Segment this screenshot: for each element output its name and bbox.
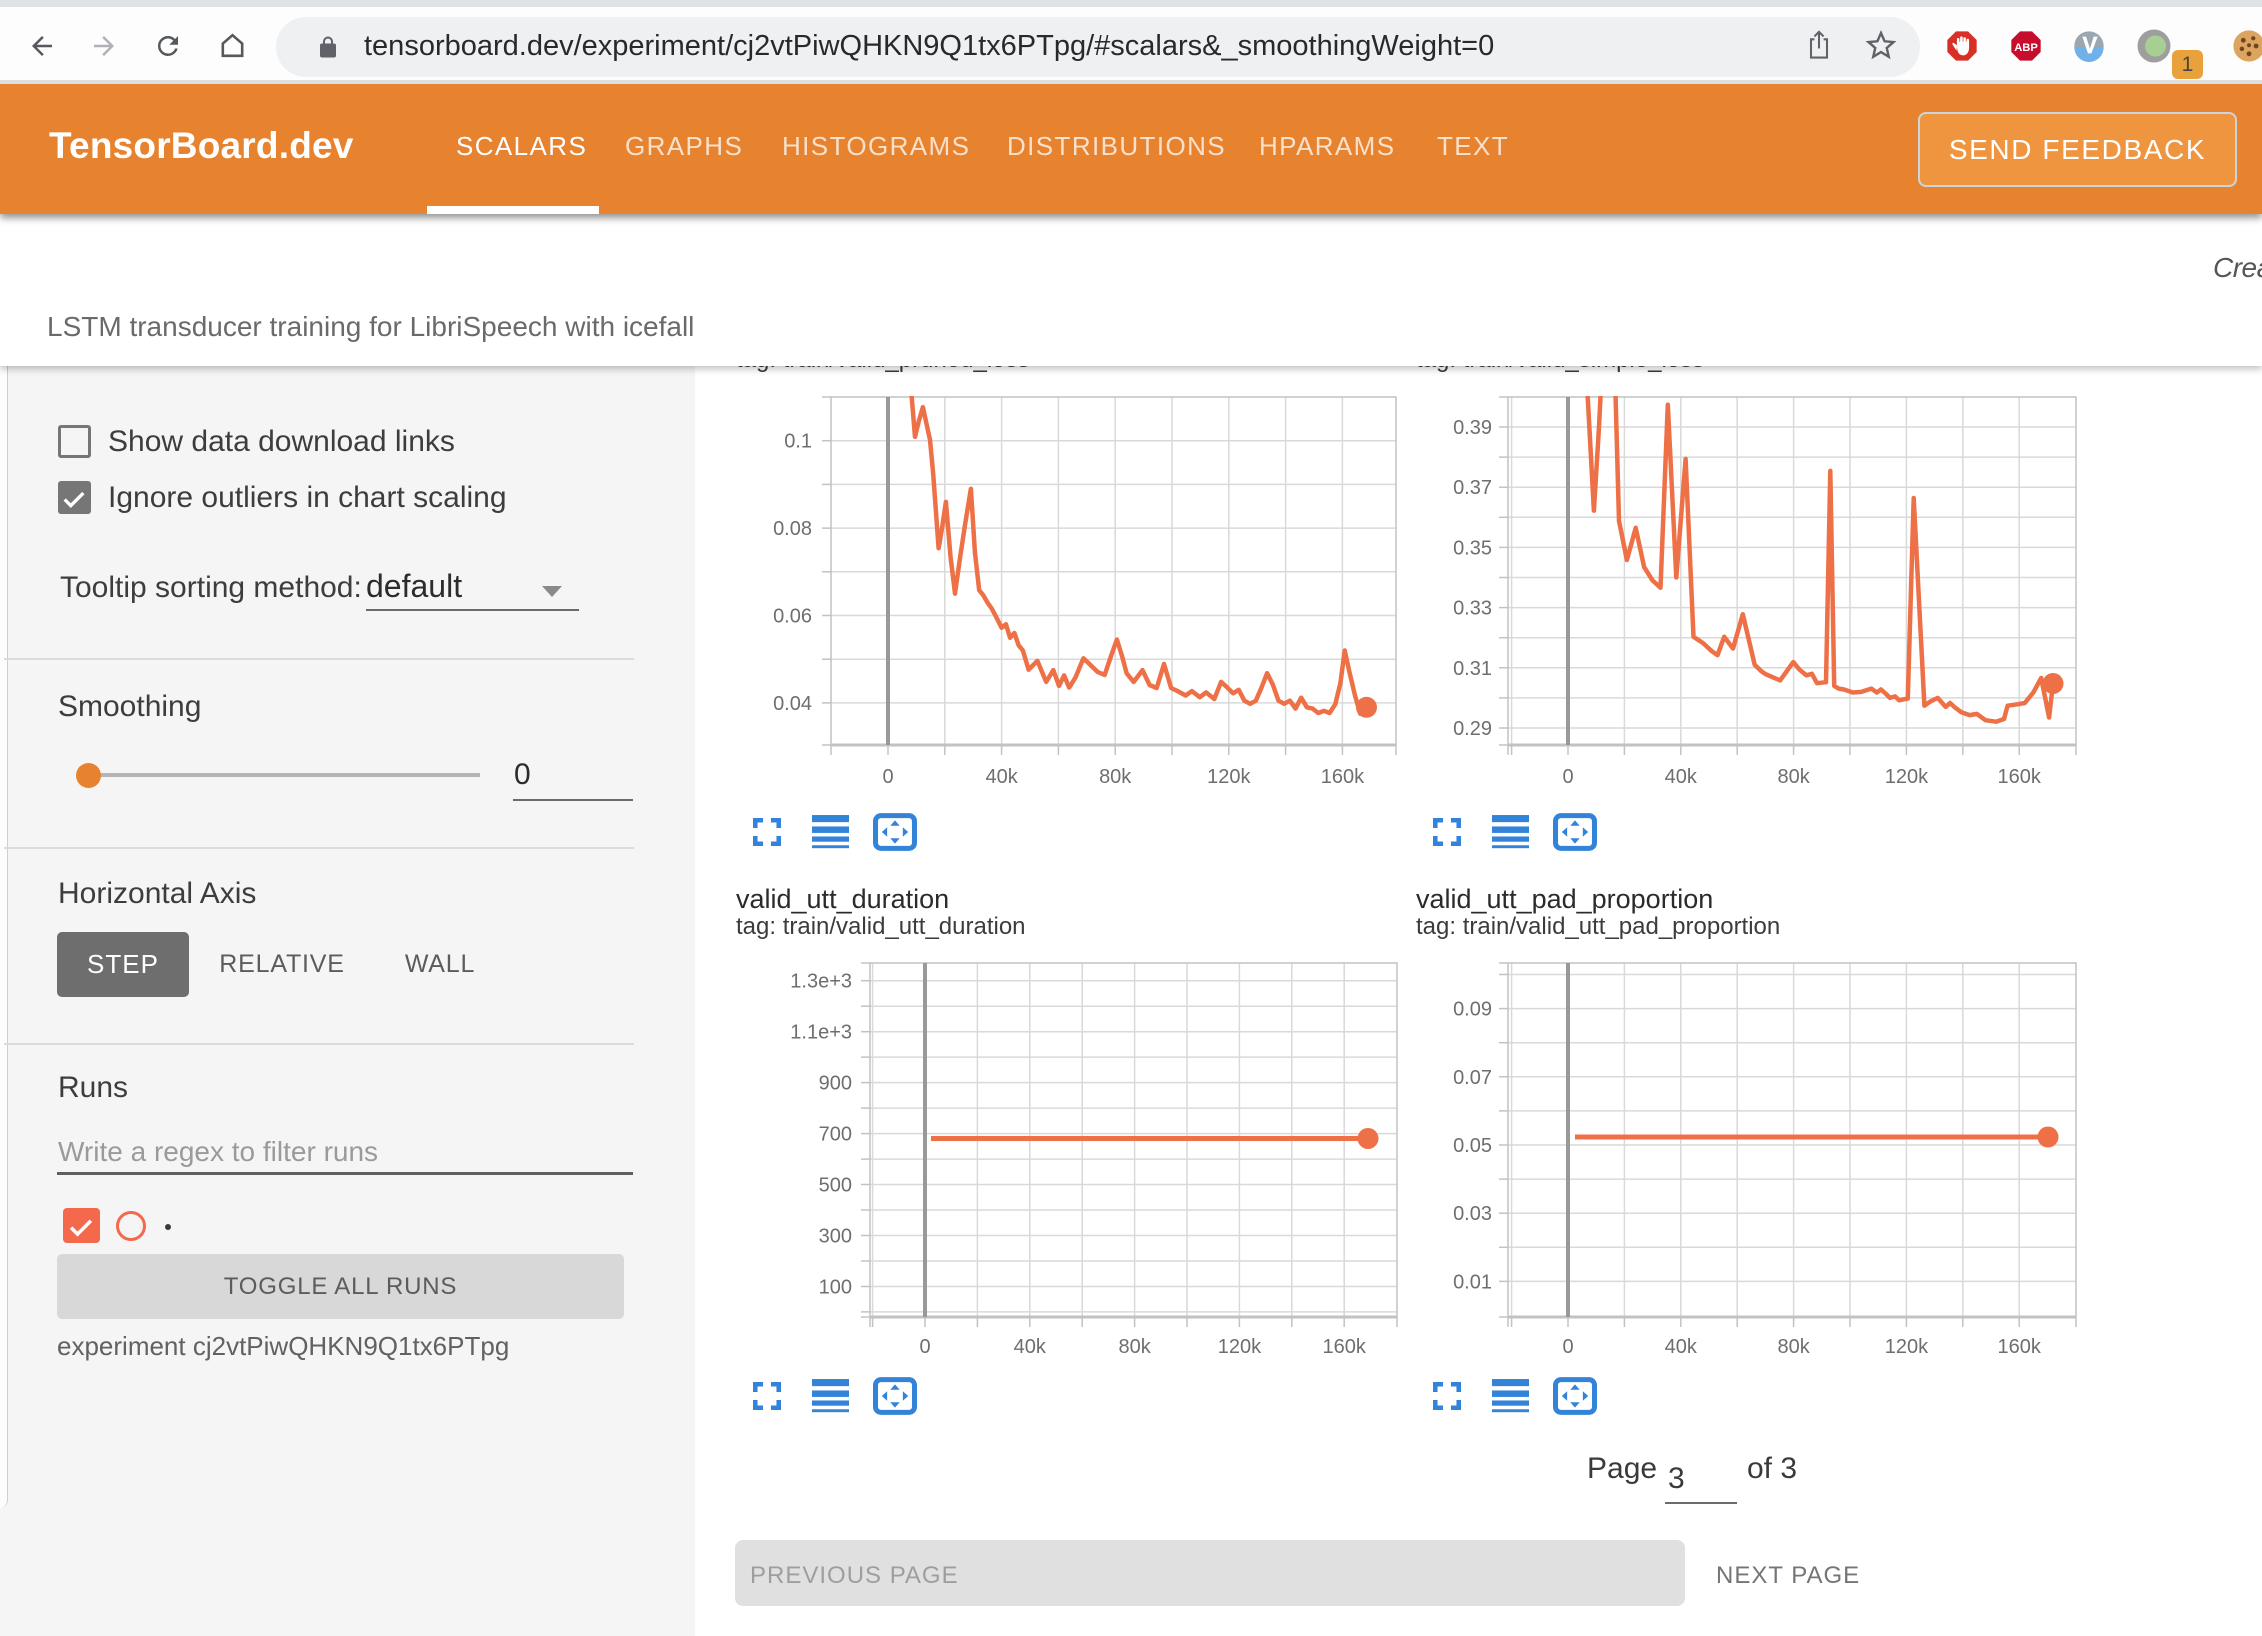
svg-text:0.1: 0.1 bbox=[784, 431, 812, 453]
svg-text:300: 300 bbox=[819, 1226, 852, 1248]
svg-text:0.07: 0.07 bbox=[1453, 1067, 1492, 1089]
svg-text:0.01: 0.01 bbox=[1453, 1271, 1492, 1293]
svg-text:700: 700 bbox=[819, 1124, 852, 1146]
svg-text:80k: 80k bbox=[1118, 1336, 1151, 1358]
svg-text:40k: 40k bbox=[1014, 1336, 1047, 1358]
svg-text:900: 900 bbox=[819, 1073, 852, 1095]
svg-text:100: 100 bbox=[819, 1277, 852, 1299]
svg-text:0.35: 0.35 bbox=[1453, 537, 1492, 559]
svg-text:0.05: 0.05 bbox=[1453, 1135, 1492, 1157]
svg-text:160k: 160k bbox=[1998, 766, 2042, 788]
svg-text:160k: 160k bbox=[1321, 766, 1365, 788]
svg-text:40k: 40k bbox=[985, 766, 1018, 788]
svg-text:120k: 120k bbox=[1885, 1336, 1929, 1358]
svg-text:1.1e+3: 1.1e+3 bbox=[790, 1022, 852, 1044]
svg-text:0.29: 0.29 bbox=[1453, 718, 1492, 740]
svg-text:0.39: 0.39 bbox=[1453, 417, 1492, 439]
svg-text:ABP: ABP bbox=[2014, 42, 2038, 54]
svg-text:0: 0 bbox=[1562, 1336, 1573, 1358]
svg-text:0.33: 0.33 bbox=[1453, 598, 1492, 620]
svg-text:40k: 40k bbox=[1665, 766, 1698, 788]
svg-text:0: 0 bbox=[882, 766, 893, 788]
svg-text:40k: 40k bbox=[1665, 1336, 1698, 1358]
svg-text:0.08: 0.08 bbox=[773, 518, 812, 540]
svg-text:80k: 80k bbox=[1777, 766, 1810, 788]
svg-text:1.3e+3: 1.3e+3 bbox=[790, 971, 852, 993]
svg-text:0: 0 bbox=[1562, 766, 1573, 788]
svg-text:80k: 80k bbox=[1099, 766, 1132, 788]
svg-text:120k: 120k bbox=[1218, 1336, 1262, 1358]
svg-text:0.31: 0.31 bbox=[1453, 658, 1492, 680]
svg-text:0: 0 bbox=[919, 1336, 930, 1358]
svg-text:0.37: 0.37 bbox=[1453, 477, 1492, 499]
svg-text:500: 500 bbox=[819, 1175, 852, 1197]
svg-text:160k: 160k bbox=[1998, 1336, 2042, 1358]
svg-text:0.06: 0.06 bbox=[773, 606, 812, 628]
svg-text:120k: 120k bbox=[1207, 766, 1251, 788]
svg-text:160k: 160k bbox=[1323, 1336, 1367, 1358]
svg-text:0.09: 0.09 bbox=[1453, 999, 1492, 1021]
svg-text:0.04: 0.04 bbox=[773, 693, 812, 715]
svg-text:80k: 80k bbox=[1777, 1336, 1810, 1358]
svg-text:120k: 120k bbox=[1885, 766, 1929, 788]
svg-text:0.03: 0.03 bbox=[1453, 1203, 1492, 1225]
